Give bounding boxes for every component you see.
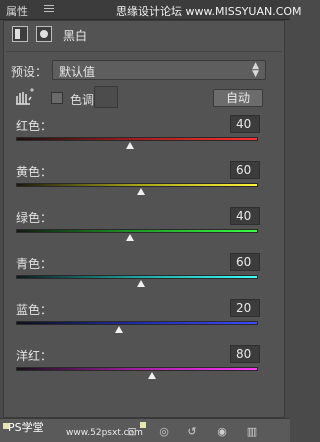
slider-track[interactable] [16,229,258,233]
clip-icon[interactable]: ⊡ [126,426,138,438]
slider-value-input[interactable]: 40 [230,115,260,133]
slider-track[interactable] [16,137,258,141]
slider-value-input[interactable]: 40 [230,207,260,225]
corner-mark-icon [3,423,9,429]
preset-select-value: 默认值 [59,65,96,79]
slider-label: 绿色： [16,211,53,225]
slider-thumb[interactable] [125,142,134,149]
slider-value-input[interactable]: 20 [230,299,260,317]
view-previous-icon[interactable]: ◎ [158,426,170,438]
tint-label: 色调 [70,93,95,107]
slider-label: 洋红： [16,349,53,363]
slider-value-input[interactable]: 80 [230,345,260,363]
slider-label: 红色： [16,119,53,133]
slider-value-input[interactable]: 60 [230,161,260,179]
adjustment-title: 黑白 [63,29,88,43]
slider-thumb[interactable] [136,280,145,287]
panel-footer: PS学堂 www.52psxt.com ⊡ ◎ ↺ ◉ ▥ [0,418,290,442]
hand-target-icon[interactable] [14,88,36,106]
auto-button[interactable]: 自动 [213,89,263,107]
panel-titlebar: 属性 思缘设计论坛 www.MISSYUAN.COM [0,0,302,20]
brand-watermark: PS学堂 [8,421,44,434]
visibility-eye-icon[interactable]: ◉ [216,426,228,438]
slider-track[interactable] [16,367,258,371]
corner-mark-icon [140,422,146,428]
trash-icon[interactable]: ▥ [246,426,258,438]
menu-icon[interactable] [44,3,54,15]
tint-checkbox[interactable] [51,92,63,104]
slider-thumb[interactable] [136,188,145,195]
reset-icon[interactable]: ↺ [186,426,198,438]
slider-track[interactable] [16,321,258,325]
mask-icon[interactable] [36,26,52,42]
slider-track[interactable] [16,183,258,187]
slider-value-input[interactable]: 60 [230,253,260,271]
slider-label: 蓝色： [16,303,53,317]
slider-thumb[interactable] [114,326,123,333]
slider-thumb[interactable] [147,372,156,379]
slider-thumb[interactable] [125,234,134,241]
slider-track[interactable] [16,275,258,279]
layer-adjustment-icon[interactable] [12,26,28,42]
preset-select[interactable]: 默认值 ▲ ▼ [52,60,266,80]
tint-color-swatch[interactable] [94,86,118,108]
slider-label: 黄色： [16,165,53,179]
slider-label: 青色： [16,257,53,271]
watermark-text: 思缘设计论坛 www.MISSYUAN.COM [116,5,302,18]
preset-label: 预设： [11,65,48,79]
panel-title: 属性 [6,5,28,18]
select-arrows-icon: ▲ ▼ [252,61,259,79]
divider [6,51,282,52]
